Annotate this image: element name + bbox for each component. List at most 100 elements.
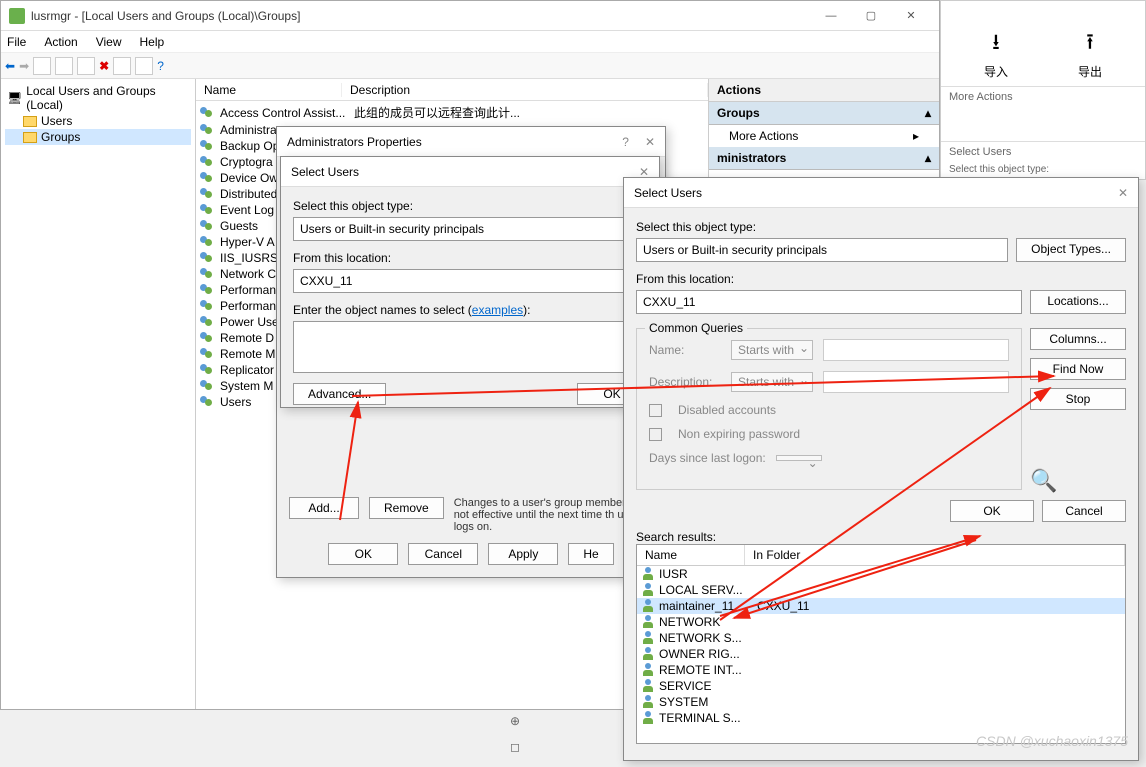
bg-select-type: Select this object type: [941, 162, 1145, 177]
result-row[interactable]: TERMINAL S... [637, 710, 1125, 726]
menubar: File Action View Help [1, 31, 939, 53]
group-icon [200, 235, 216, 249]
locations-button[interactable]: Locations... [1030, 290, 1126, 314]
folder-icon [23, 116, 37, 127]
result-row[interactable]: OWNER RIG... [637, 646, 1125, 662]
ok-button[interactable]: OK [328, 543, 398, 565]
result-row[interactable]: REMOTE INT... [637, 662, 1125, 678]
group-row[interactable]: Access Control Assist...此组的成员可以远程查询此计... [196, 103, 708, 122]
search-results-label: Search results: [636, 530, 1126, 544]
result-row[interactable]: NETWORK S... [637, 630, 1125, 646]
toolbar-btn-1[interactable] [33, 57, 51, 75]
name-filter-label: Name: [649, 343, 721, 357]
close-icon[interactable]: ✕ [645, 135, 655, 149]
menu-file[interactable]: File [7, 35, 26, 49]
result-row[interactable]: SERVICE [637, 678, 1125, 694]
export-icon[interactable]: ⭱ [1078, 25, 1102, 63]
result-row[interactable]: NETWORK [637, 614, 1125, 630]
add-button[interactable]: Add... [289, 497, 359, 519]
window-title: lusrmgr - [Local Users and Groups (Local… [31, 9, 811, 23]
object-type-label: Select this object type: [293, 199, 647, 213]
bg-more-actions[interactable]: More Actions [941, 86, 1145, 107]
tree-users[interactable]: Users [5, 113, 191, 129]
dialog-title: Administrators Properties [287, 135, 622, 149]
find-now-button[interactable]: Find Now [1030, 358, 1126, 380]
group-icon [200, 379, 216, 393]
toolbar-btn-5[interactable] [135, 57, 153, 75]
group-icon [200, 187, 216, 201]
columns-button[interactable]: Columns... [1030, 328, 1126, 350]
back-button[interactable]: ⬅ [5, 59, 15, 73]
group-icon [200, 347, 216, 361]
actions-header: Actions [709, 79, 939, 102]
ok-button[interactable]: OK [950, 500, 1034, 522]
nonexpiring-checkbox[interactable] [649, 428, 662, 441]
results-col-folder[interactable]: In Folder [745, 545, 1125, 565]
actions-more[interactable]: More Actions▸ [709, 125, 939, 147]
results-col-name[interactable]: Name [637, 545, 745, 565]
toolbar-btn-3[interactable] [77, 57, 95, 75]
toolbar-btn-2[interactable] [55, 57, 73, 75]
result-row[interactable]: LOCAL SERV... [637, 582, 1125, 598]
actions-administrators[interactable]: ministrators▴ [709, 147, 939, 170]
results-list: Name In Folder IUSRLOCAL SERV...maintain… [636, 544, 1126, 744]
menu-view[interactable]: View [96, 35, 122, 49]
user-icon [641, 647, 655, 661]
user-icon [641, 695, 655, 709]
enter-names-label: Enter the object names to select (exampl… [293, 303, 647, 317]
bg-select-users: Select Users [941, 141, 1145, 162]
toolbar: ⬅ ➡ ✖ ? [1, 53, 939, 79]
actions-groups[interactable]: Groups▴ [709, 102, 939, 125]
help-icon[interactable]: ? [157, 59, 164, 73]
close-button[interactable]: ✕ [891, 5, 931, 27]
tree-root[interactable]: 🖥 Local Users and Groups (Local) [5, 83, 191, 113]
days-label: Days since last logon: [649, 451, 766, 465]
maximize-button[interactable]: ▢ [851, 5, 891, 27]
group-icon [200, 203, 216, 217]
import-icon[interactable]: ⭳ [984, 25, 1008, 63]
location-field: CXXU_11 [293, 269, 647, 293]
help-button[interactable]: He [568, 543, 613, 565]
cancel-button[interactable]: Cancel [408, 543, 478, 565]
names-textarea[interactable] [293, 321, 647, 373]
col-desc[interactable]: Description [342, 83, 708, 97]
location-label: From this location: [636, 272, 1126, 286]
user-icon [641, 615, 655, 629]
result-row[interactable]: IUSR [637, 566, 1125, 582]
import-label: 导入 [984, 63, 1008, 80]
user-icon [641, 711, 655, 725]
toolbar-btn-4[interactable] [113, 57, 131, 75]
menu-action[interactable]: Action [44, 35, 77, 49]
cancel-button[interactable]: Cancel [1042, 500, 1126, 522]
desc-filter-combo[interactable]: Starts with [731, 372, 813, 392]
desc-filter-input[interactable] [823, 371, 1009, 393]
menu-help[interactable]: Help [140, 35, 165, 49]
minimize-button[interactable]: — [811, 5, 851, 27]
advanced-button[interactable]: Advanced... [293, 383, 386, 405]
location-field: CXXU_11 [636, 290, 1022, 314]
computer-icon: 🖥 [7, 91, 22, 105]
disabled-label: Disabled accounts [678, 403, 776, 417]
tree-groups[interactable]: Groups [5, 129, 191, 145]
name-filter-input[interactable] [823, 339, 1009, 361]
group-icon [200, 155, 216, 169]
days-combo[interactable] [776, 455, 822, 461]
remove-button[interactable]: Remove [369, 497, 444, 519]
group-icon [200, 219, 216, 233]
group-icon [200, 106, 216, 120]
stop-button[interactable]: Stop [1030, 388, 1126, 410]
group-icon [200, 299, 216, 313]
name-filter-combo[interactable]: Starts with [731, 340, 813, 360]
col-name[interactable]: Name [196, 83, 342, 97]
forward-button[interactable]: ➡ [19, 59, 29, 73]
examples-link[interactable]: examples [472, 303, 523, 317]
search-icon [1030, 468, 1064, 490]
object-types-button[interactable]: Object Types... [1016, 238, 1126, 262]
result-row[interactable]: SYSTEM [637, 694, 1125, 710]
disabled-checkbox[interactable] [649, 404, 662, 417]
delete-icon[interactable]: ✖ [99, 59, 109, 73]
apply-button[interactable]: Apply [488, 543, 558, 565]
close-icon[interactable]: ✕ [1118, 186, 1128, 200]
result-row[interactable]: maintainer_11CXXU_11 [637, 598, 1125, 614]
help-icon[interactable]: ? [622, 135, 629, 149]
